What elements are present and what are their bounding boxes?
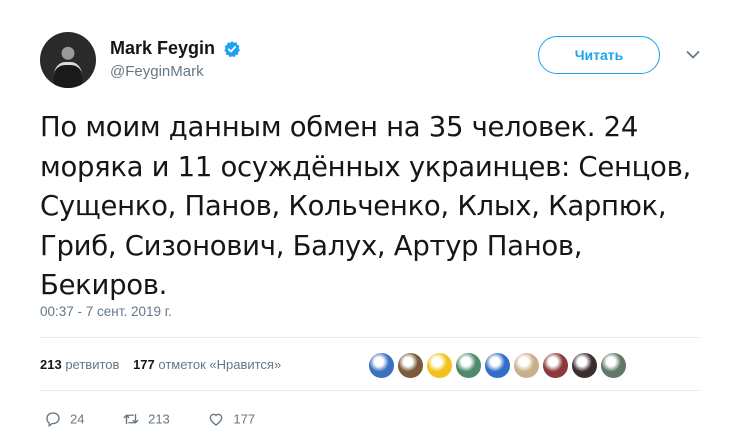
likes-count: 177 — [133, 357, 155, 372]
liker-avatar[interactable] — [542, 352, 569, 379]
like-icon — [210, 413, 223, 426]
liker-avatar[interactable] — [397, 352, 424, 379]
like-button[interactable]: 177 — [207, 410, 255, 428]
divider — [40, 337, 700, 338]
chevron-down-icon[interactable] — [686, 50, 700, 60]
retweet-button[interactable]: 213 — [122, 410, 170, 428]
liker-avatar[interactable] — [484, 352, 511, 379]
tweet-header: Mark Feygin @FeyginMark Читать — [40, 28, 710, 88]
author-display-name[interactable]: Mark Feygin — [110, 38, 215, 59]
tweet-actions: 24 213 177 — [44, 410, 289, 432]
likes-stat[interactable]: 177 отметок «Нравится» — [133, 357, 281, 372]
liker-avatar[interactable] — [455, 352, 482, 379]
liker-avatars — [368, 352, 629, 382]
author-handle[interactable]: @FeyginMark — [110, 63, 241, 80]
verified-icon — [224, 40, 241, 57]
reply-button[interactable]: 24 — [44, 410, 84, 428]
liker-avatar[interactable] — [368, 352, 395, 379]
follow-button[interactable]: Читать — [538, 36, 660, 74]
reply-icon — [46, 412, 60, 428]
retweets-count: 213 — [40, 357, 62, 372]
retweets-stat[interactable]: 213 ретвитов — [40, 357, 119, 372]
retweets-label: ретвитов — [65, 357, 120, 372]
retweet-icon — [123, 413, 139, 425]
liker-avatar[interactable] — [426, 352, 453, 379]
likes-label: отметок «Нравится» — [158, 357, 282, 372]
tweet-timestamp[interactable]: 00:37 - 7 сент. 2019 г. — [40, 304, 172, 319]
liker-avatar[interactable] — [513, 352, 540, 379]
liker-avatar[interactable] — [600, 352, 627, 379]
retweet-count: 213 — [148, 411, 170, 427]
liker-avatar[interactable] — [571, 352, 598, 379]
author-info: Mark Feygin @FeyginMark — [110, 38, 241, 80]
divider — [40, 390, 700, 391]
like-count: 177 — [233, 411, 256, 427]
tweet-text: По моим данным обмен на 35 человек. 24 м… — [40, 111, 691, 301]
reply-count: 24 — [70, 411, 85, 427]
author-avatar[interactable] — [40, 32, 96, 88]
tweet-stats: 213 ретвитов 177 отметок «Нравится» — [40, 357, 291, 372]
